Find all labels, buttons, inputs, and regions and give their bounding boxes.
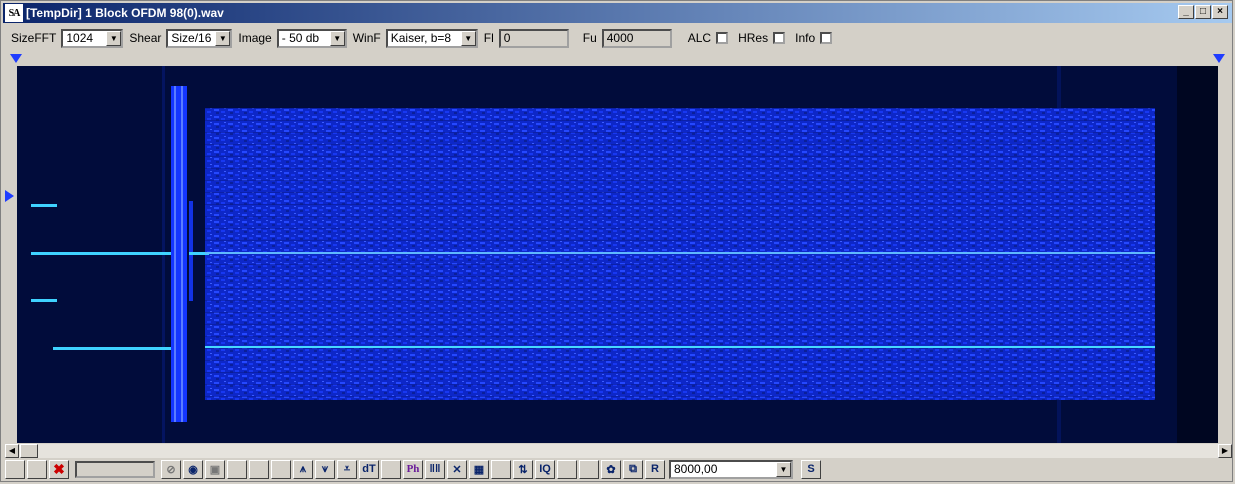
alc-checkbox[interactable] xyxy=(716,32,729,44)
blank-button[interactable] xyxy=(381,459,401,479)
sizefft-label: SizeFFT xyxy=(11,31,57,45)
minimize-button[interactable]: _ xyxy=(1178,5,1194,19)
level-marker-icon[interactable] xyxy=(5,190,14,202)
blank-button[interactable] xyxy=(5,459,25,479)
progress-bar xyxy=(75,460,155,478)
tone-line xyxy=(53,347,171,350)
double-down-icon[interactable]: ⩡ xyxy=(337,459,357,479)
blank-button[interactable] xyxy=(579,459,599,479)
shear-value: Size/16 xyxy=(171,31,212,45)
tone-line xyxy=(31,252,171,255)
arrow-up-icon[interactable]: ⩚ xyxy=(293,459,313,479)
left-range-marker-icon[interactable] xyxy=(10,54,22,63)
cross-icon[interactable]: ✕ xyxy=(447,459,467,479)
image-value: - 50 db xyxy=(281,31,320,45)
window-title: [TempDir] 1 Block OFDM 98(0).wav xyxy=(26,6,224,20)
blank-button[interactable] xyxy=(227,459,247,479)
phase-button[interactable]: Ph xyxy=(403,459,423,479)
sync-burst xyxy=(171,86,187,422)
arrow-down-icon[interactable]: ⩛ xyxy=(315,459,335,479)
spectrogram-canvas xyxy=(17,66,1218,443)
r-button[interactable]: R xyxy=(645,459,665,479)
rate-select[interactable]: 8000,00 ▼ xyxy=(669,459,793,479)
shear-select[interactable]: Size/16 ▼ xyxy=(166,28,233,48)
copy-icon[interactable]: ⧉ xyxy=(623,459,643,479)
grid-icon[interactable]: ▦ xyxy=(469,459,489,479)
blank-button[interactable] xyxy=(249,459,269,479)
chevron-down-icon[interactable]: ▼ xyxy=(215,30,231,46)
shear-label: Shear xyxy=(129,31,162,45)
maximize-button[interactable]: □ xyxy=(1195,5,1211,19)
dt-button[interactable]: dT xyxy=(359,459,379,479)
tone-line xyxy=(31,299,57,302)
hres-checkbox[interactable] xyxy=(773,32,786,44)
tone-line xyxy=(205,252,1155,254)
scroll-left-icon[interactable]: ◀ xyxy=(5,444,19,458)
blank-button[interactable] xyxy=(491,459,511,479)
iq-button[interactable]: IQ xyxy=(535,459,555,479)
info-checkbox[interactable] xyxy=(820,32,833,44)
alc-label: ALC xyxy=(687,31,712,45)
image-select[interactable]: - 50 db ▼ xyxy=(276,28,347,48)
fu-label: Fu xyxy=(582,31,597,45)
fl-label: Fl xyxy=(483,31,494,45)
tone-line xyxy=(205,346,1155,348)
winf-select[interactable]: Kaiser, b=8 ▼ xyxy=(385,28,478,48)
blank-button[interactable] xyxy=(271,459,291,479)
chevron-down-icon[interactable]: ▼ xyxy=(329,30,345,46)
image-label: Image xyxy=(238,31,272,45)
sizefft-value: 1024 xyxy=(66,31,94,45)
chevron-down-icon[interactable]: ▼ xyxy=(460,30,476,46)
settings-toolbar: SizeFFT 1024 ▼ Shear Size/16 ▼ Image - 5… xyxy=(5,27,836,49)
speaker-icon[interactable]: ◉ xyxy=(183,459,203,479)
right-range-marker-icon[interactable] xyxy=(1213,54,1225,63)
scroll-thumb[interactable] xyxy=(20,444,38,458)
winf-value: Kaiser, b=8 xyxy=(390,31,452,45)
frame-icon[interactable]: ▣ xyxy=(205,459,225,479)
chevron-down-icon[interactable]: ▼ xyxy=(776,461,791,477)
s-button[interactable]: S xyxy=(801,459,821,479)
spectrogram-view[interactable] xyxy=(17,66,1218,443)
chevron-down-icon[interactable]: ▼ xyxy=(106,30,122,46)
app-logo: SA xyxy=(5,4,23,22)
application-window: SA [TempDir] 1 Block OFDM 98(0).wav _ □ … xyxy=(0,0,1233,482)
bars-icon[interactable]: ‖‖ xyxy=(425,459,445,479)
stop-icon[interactable]: ⊘ xyxy=(161,459,181,479)
title-bar[interactable]: SA [TempDir] 1 Block OFDM 98(0).wav _ □ … xyxy=(3,3,1232,23)
hres-label: HRes xyxy=(738,31,769,45)
rate-value: 8000,00 xyxy=(674,462,718,476)
blank-button[interactable] xyxy=(557,459,577,479)
close-button[interactable]: × xyxy=(1212,5,1228,19)
sizefft-select[interactable]: 1024 ▼ xyxy=(61,28,124,48)
fl-input[interactable]: 0 xyxy=(498,28,569,48)
scroll-right-icon[interactable]: ▶ xyxy=(1218,444,1232,458)
tone-line xyxy=(31,204,57,207)
horizontal-scrollbar[interactable]: ◀ ▶ xyxy=(5,444,1232,458)
blank-button[interactable] xyxy=(27,459,47,479)
fu-input[interactable]: 4000 xyxy=(601,28,672,48)
winf-label: WinF xyxy=(352,31,381,45)
close-file-icon[interactable]: ✖ xyxy=(49,459,69,479)
gear-icon[interactable]: ✿ xyxy=(601,459,621,479)
updown-icon[interactable]: ⇅ xyxy=(513,459,533,479)
bottom-toolbar: ✖ ⊘ ◉ ▣ ⩚ ⩛ ⩡ dT Ph ‖‖ ✕ ▦ ⇅ IQ ✿ ⧉ R 80… xyxy=(5,459,821,479)
info-label: Info xyxy=(795,31,816,45)
